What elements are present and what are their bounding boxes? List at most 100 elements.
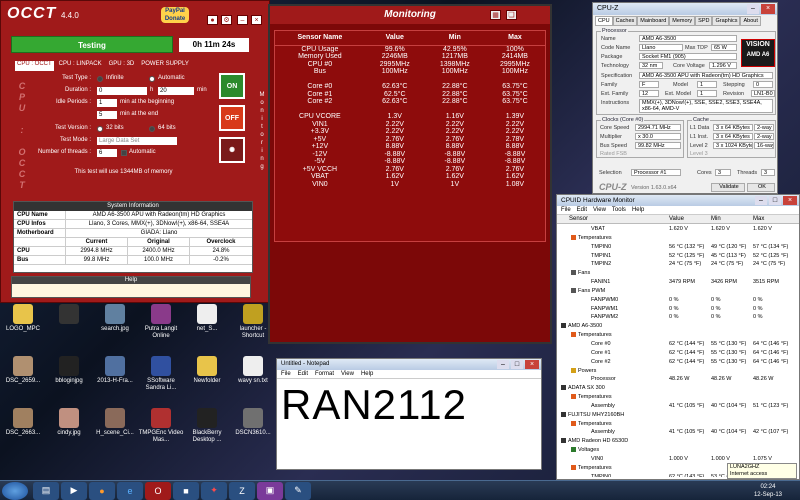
explorer-icon[interactable]: ▤ <box>33 481 59 500</box>
selection-dropdown[interactable]: Processor #1 <box>631 169 681 176</box>
col-sensor[interactable]: Sensor <box>557 215 669 223</box>
desktop-icon[interactable]: Putra Langit Online <box>138 304 184 346</box>
desktop-icon[interactable]: net_S... <box>184 304 230 346</box>
notepad-menu-item[interactable]: View <box>341 370 354 378</box>
hwmonitor-menu-item[interactable]: Edit <box>577 206 587 214</box>
desktop-icon[interactable] <box>46 304 92 346</box>
close-icon[interactable]: × <box>761 4 775 14</box>
desktop-icon[interactable]: bbloginjpg <box>46 356 92 398</box>
col-value[interactable]: Value <box>669 215 711 223</box>
sensor-row[interactable]: ADATA SX 300 <box>557 384 800 393</box>
radio-64-bits[interactable] <box>149 126 155 132</box>
close-icon[interactable]: × <box>251 15 262 25</box>
tab-cpu-linpack[interactable]: CPU : LINPACK <box>57 61 104 71</box>
sensor-row[interactable]: Processor 48.26 W 48.26 W 48.26 W <box>557 375 800 384</box>
test-mode-select[interactable]: Large Data Set <box>97 137 177 145</box>
notepad-menu-item[interactable]: Help <box>361 370 373 378</box>
close-icon[interactable]: × <box>783 196 797 205</box>
sensor-row[interactable]: Voltages <box>557 446 800 455</box>
on-button[interactable]: ON <box>219 73 245 99</box>
sensor-row[interactable]: Fans PWM <box>557 287 800 296</box>
idle-begin-input[interactable]: 1 <box>97 99 117 107</box>
desktop-icon[interactable]: DSC_2663... <box>0 408 46 450</box>
sensor-row[interactable]: FANPWM0 0 % 0 % 0 % <box>557 296 800 305</box>
sensor-row[interactable]: AMD Radeon HD 6530D <box>557 437 800 446</box>
desktop-icon[interactable]: TMPGEnc Video Mas... <box>138 408 184 450</box>
radio-32-bits[interactable] <box>97 126 103 132</box>
desktop-icon[interactable]: Newfolder <box>184 356 230 398</box>
folder-icon[interactable]: ■ <box>173 481 199 500</box>
restore-icon[interactable]: ❏ <box>506 10 517 20</box>
duration-hours-input[interactable]: 0 <box>97 87 147 95</box>
minimize-icon[interactable]: – <box>497 360 509 369</box>
hwmonitor-menu-item[interactable]: Tools <box>612 206 626 214</box>
sensor-row[interactable]: Assembly 41 °C (105 °F) 40 °C (104 °F) 42 °… <box>557 428 800 437</box>
sensor-row[interactable]: Temperatures <box>557 420 800 429</box>
cpuz-taskbar-icon[interactable]: Z <box>229 481 255 500</box>
sensor-row[interactable]: Core #2 62 °C (144 °F) 55 °C (130 °F) 64 °C… <box>557 358 800 367</box>
hwmonitor-taskbar-icon[interactable]: ▣ <box>257 481 283 500</box>
internet-explorer-icon[interactable]: e <box>117 481 143 500</box>
sensor-row[interactable]: FANIN1 3479 RPM 3426 RPM 3515 RPM <box>557 278 800 287</box>
start-button[interactable] <box>2 481 28 500</box>
desktop-icon[interactable]: wavy sn.txt <box>230 356 276 398</box>
ok-button[interactable]: OK <box>747 183 775 192</box>
sensor-row[interactable]: Fans <box>557 269 800 278</box>
camera-icon[interactable]: ● <box>207 15 218 25</box>
cpuz-tab[interactable]: CPU <box>595 16 613 26</box>
tab-cpu-occt[interactable]: CPU : OCCT <box>15 61 54 71</box>
graph-icon[interactable]: ▦ <box>490 10 501 20</box>
notepad-text-area[interactable]: RAN2112 <box>281 381 467 429</box>
occt-taskbar-icon[interactable]: O <box>145 481 171 500</box>
cpuz-tab[interactable]: Mainboard <box>637 16 670 26</box>
desktop-icon[interactable]: SSoftware Sandra Li... <box>138 356 184 398</box>
hwmonitor-menu-item[interactable]: View <box>593 206 606 214</box>
paypal-donate-button[interactable]: PayPal Donate <box>161 7 189 23</box>
notepad-menu-item[interactable]: Format <box>315 370 334 378</box>
sensor-row[interactable]: Temperatures <box>557 393 800 402</box>
sensor-row[interactable]: Powers <box>557 367 800 376</box>
cpuz-tab[interactable]: Graphics <box>712 16 741 26</box>
idle-end-input[interactable]: 5 <box>97 111 117 119</box>
minimize-icon[interactable]: – <box>755 196 767 205</box>
desktop-icon[interactable]: 2013-H-Fra... <box>92 356 138 398</box>
desktop-icon[interactable]: search.jpg <box>92 304 138 346</box>
notepad-taskbar-icon[interactable]: ✎ <box>285 481 311 500</box>
threads-input[interactable]: 6 <box>97 149 117 157</box>
radio-automatic[interactable] <box>149 76 155 82</box>
maximize-icon[interactable]: □ <box>511 360 523 369</box>
desktop-icon[interactable]: LOGO_MPC <box>0 304 46 346</box>
desktop-icon[interactable]: H_scene_Ci... <box>92 408 138 450</box>
minimize-icon[interactable]: – <box>747 4 759 14</box>
sensor-row[interactable]: TMPIN1 52 °C (125 °F) 45 °C (113 °F) 52 °C … <box>557 252 800 261</box>
sensor-row[interactable]: VBAT 1.620 V 1.620 V 1.620 V <box>557 225 800 234</box>
tab-gpu-3d[interactable]: GPU : 3D <box>107 61 137 71</box>
col-max[interactable]: Max <box>753 215 799 223</box>
validate-button[interactable]: Validate <box>711 183 745 192</box>
sensor-row[interactable]: TMPIN0 56 °C (132 °F) 49 °C (120 °F) 57 °C … <box>557 243 800 252</box>
desktop-icon[interactable]: cindy.jpg <box>46 408 92 450</box>
duration-minutes-input[interactable]: 20 <box>158 87 194 95</box>
sensor-row[interactable]: TMPIN2 24 °C (75 °F) 24 °C (75 °F) 24 °C (7… <box>557 260 800 269</box>
sensor-row[interactable]: Core #1 62 °C (144 °F) 55 °C (130 °F) 64 °C… <box>557 349 800 358</box>
notepad-menu-item[interactable]: File <box>281 370 291 378</box>
minimize-icon[interactable]: – <box>237 15 248 25</box>
maximize-icon[interactable]: □ <box>769 196 781 205</box>
media-player-icon[interactable]: ▶ <box>61 481 87 500</box>
hwmonitor-menu-item[interactable]: Help <box>632 206 644 214</box>
bug-icon[interactable]: ✺ <box>219 137 245 163</box>
cpuz-tab[interactable]: SPD <box>695 16 713 26</box>
cpuz-tab[interactable]: Caches <box>612 16 638 26</box>
sensor-row[interactable]: AMD A6-3500 <box>557 322 800 331</box>
desktop-icon[interactable]: BlackBerry Desktop ... <box>184 408 230 450</box>
monitoring-side-tab[interactable]: Monitoring <box>257 91 267 201</box>
hwmonitor-menu-item[interactable]: File <box>561 206 571 214</box>
col-min[interactable]: Min <box>711 215 753 223</box>
sensor-row[interactable]: FUJITSU MHY2160BH <box>557 411 800 420</box>
tab-power-supply[interactable]: POWER SUPPLY <box>139 61 191 71</box>
cpuz-tab[interactable]: About <box>740 16 761 26</box>
firefox-icon[interactable]: ● <box>89 481 115 500</box>
sensor-row[interactable]: FANPWM1 0 % 0 % 0 % <box>557 305 800 314</box>
radio-infinite[interactable] <box>97 76 103 82</box>
desktop-icon[interactable]: DSC_2659... <box>0 356 46 398</box>
